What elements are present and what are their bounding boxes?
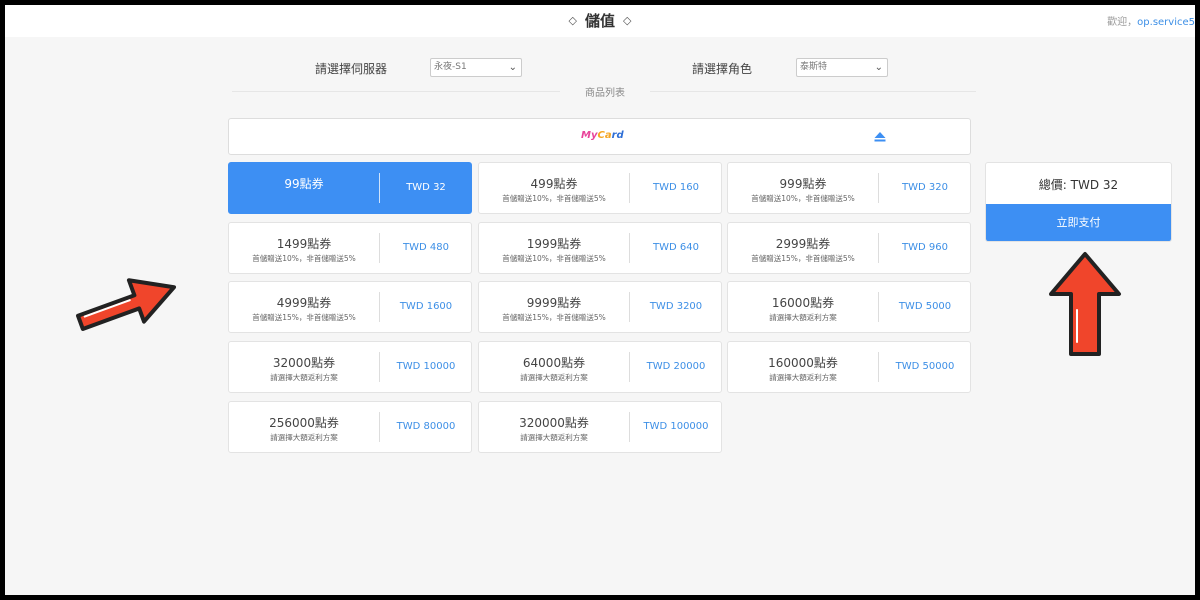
diamond-icon: ◇ [623,14,632,27]
product-name: 1499點券 [276,237,332,251]
product-card[interactable]: 256000點券請選擇大額返利方案 TWD 80000 [228,401,472,453]
eject-icon[interactable] [874,131,886,143]
product-name: 1999點券 [526,237,582,251]
product-name: 9999點券 [526,296,582,310]
product-price: TWD 960 [902,242,948,253]
page-title-text: 儲值 [584,12,615,30]
product-price: TWD 20000 [646,361,706,372]
product-card[interactable]: 2999點券首儲贈送15%，非首儲贈送5% TWD 960 [727,222,971,274]
product-card[interactable]: 32000點券請選擇大額返利方案 TWD 10000 [228,341,472,393]
product-bonus-note: 請選擇大額返利方案 [769,313,837,322]
product-bonus-note: 首儲贈送10%，非首儲贈送5% [502,254,606,263]
product-bonus-note: 請選擇大額返利方案 [769,373,837,382]
product-bonus-note: 請選擇大額返利方案 [270,373,338,382]
product-name: 499點券 [530,177,578,191]
product-name: 999點券 [779,177,827,191]
product-bonus-note: 請選擇大額返利方案 [520,373,588,382]
product-price: TWD 50000 [895,361,955,372]
product-bonus-note: 首儲贈送10%，非首儲贈送5% [502,194,606,203]
role-label: 請選擇角色 [692,62,753,76]
product-price: TWD 480 [403,242,449,253]
product-name: 64000點券 [522,356,586,370]
welcome-prefix: 歡迎， [1107,17,1138,28]
chevron-down-icon: ⌄ [508,62,517,73]
product-price: TWD 320 [902,182,948,193]
mycard-logo: MyCard [581,130,624,141]
server-select-value: 永夜-S1 [434,62,467,72]
arrow-right-icon [76,278,177,331]
product-bonus-note: 首儲贈送15%，非首儲贈送5% [502,313,606,322]
product-price: TWD 5000 [898,301,952,312]
arrow-up-icon [1049,252,1121,356]
product-price: TWD 10000 [396,361,456,372]
product-price: TWD 100000 [643,421,709,432]
product-card[interactable]: 499點券首儲贈送10%，非首儲贈送5% TWD 160 [478,162,722,214]
diamond-icon: ◇ [568,14,577,27]
server-label: 請選擇伺服器 [315,62,388,76]
product-name: 32000點券 [272,356,336,370]
product-card[interactable]: 160000點券請選擇大額返利方案 TWD 50000 [727,341,971,393]
product-name: 320000點券 [519,416,589,430]
user-link[interactable]: op.service5 [1137,17,1195,28]
product-card[interactable]: 999點券首儲贈送10%，非首儲贈送5% TWD 320 [727,162,971,214]
product-bonus-note: 首儲贈送10%，非首儲贈送5% [751,194,855,203]
product-price: TWD 32 [406,182,446,193]
product-price: TWD 1600 [399,301,453,312]
order-summary: 總價: TWD 32 立即支付 [985,162,1172,242]
product-name: 16000點券 [771,296,835,310]
product-bonus-note: 首儲贈送15%，非首儲贈送5% [252,313,356,322]
product-name: 99點券 [284,177,324,191]
product-price: TWD 640 [653,242,699,253]
selector-row: 請選擇伺服器 永夜-S1 ⌄ 請選擇角色 泰斯特 ⌄ [232,51,976,83]
product-card[interactable]: 320000點券請選擇大額返利方案 TWD 100000 [478,401,722,453]
product-card[interactable]: 99點券 TWD 32 [228,162,472,214]
server-select[interactable]: 永夜-S1 ⌄ [430,58,522,77]
product-bonus-note: 首儲贈送10%，非首儲贈送5% [252,254,356,263]
product-bonus-note: 請選擇大額返利方案 [520,433,588,442]
product-card[interactable]: 16000點券請選擇大額返利方案 TWD 5000 [727,281,971,333]
product-bonus-note: 請選擇大額返利方案 [270,433,338,442]
product-price: TWD 3200 [649,301,703,312]
welcome-text: 歡迎，op.service5 [1107,13,1195,28]
product-price: TWD 160 [653,182,699,193]
product-name: 2999點券 [775,237,831,251]
product-card[interactable]: 1999點券首儲贈送10%，非首儲贈送5% TWD 640 [478,222,722,274]
page-title: ◇ 儲值 ◇ [5,10,1195,31]
role-select-value: 泰斯特 [800,62,828,72]
chevron-down-icon: ⌄ [874,62,883,73]
top-bar: ◇ 儲值 ◇ 歡迎，op.service5 [5,5,1195,37]
product-name: 160000點券 [768,356,838,370]
payment-method-bar[interactable]: MyCard [228,118,971,155]
role-select[interactable]: 泰斯特 ⌄ [796,58,888,77]
pay-now-button[interactable]: 立即支付 [986,204,1171,241]
page-frame: ◇ 儲值 ◇ 歡迎，op.service5 請選擇伺服器 永夜-S1 ⌄ 請選擇角色… [5,5,1195,595]
product-list-label: 商品列表 [560,84,650,99]
product-card[interactable]: 64000點券請選擇大額返利方案 TWD 20000 [478,341,722,393]
product-bonus-note: 首儲贈送15%，非首儲贈送5% [751,254,855,263]
product-card[interactable]: 9999點券首儲贈送15%，非首儲贈送5% TWD 3200 [478,281,722,333]
product-name: 256000點券 [269,416,339,430]
product-price: TWD 80000 [396,421,456,432]
product-name: 4999點券 [276,296,332,310]
total-price: 總價: TWD 32 [1038,178,1119,192]
product-card[interactable]: 1499點券首儲贈送10%，非首儲贈送5% TWD 480 [228,222,472,274]
product-card[interactable]: 4999點券首儲贈送15%，非首儲贈送5% TWD 1600 [228,281,472,333]
